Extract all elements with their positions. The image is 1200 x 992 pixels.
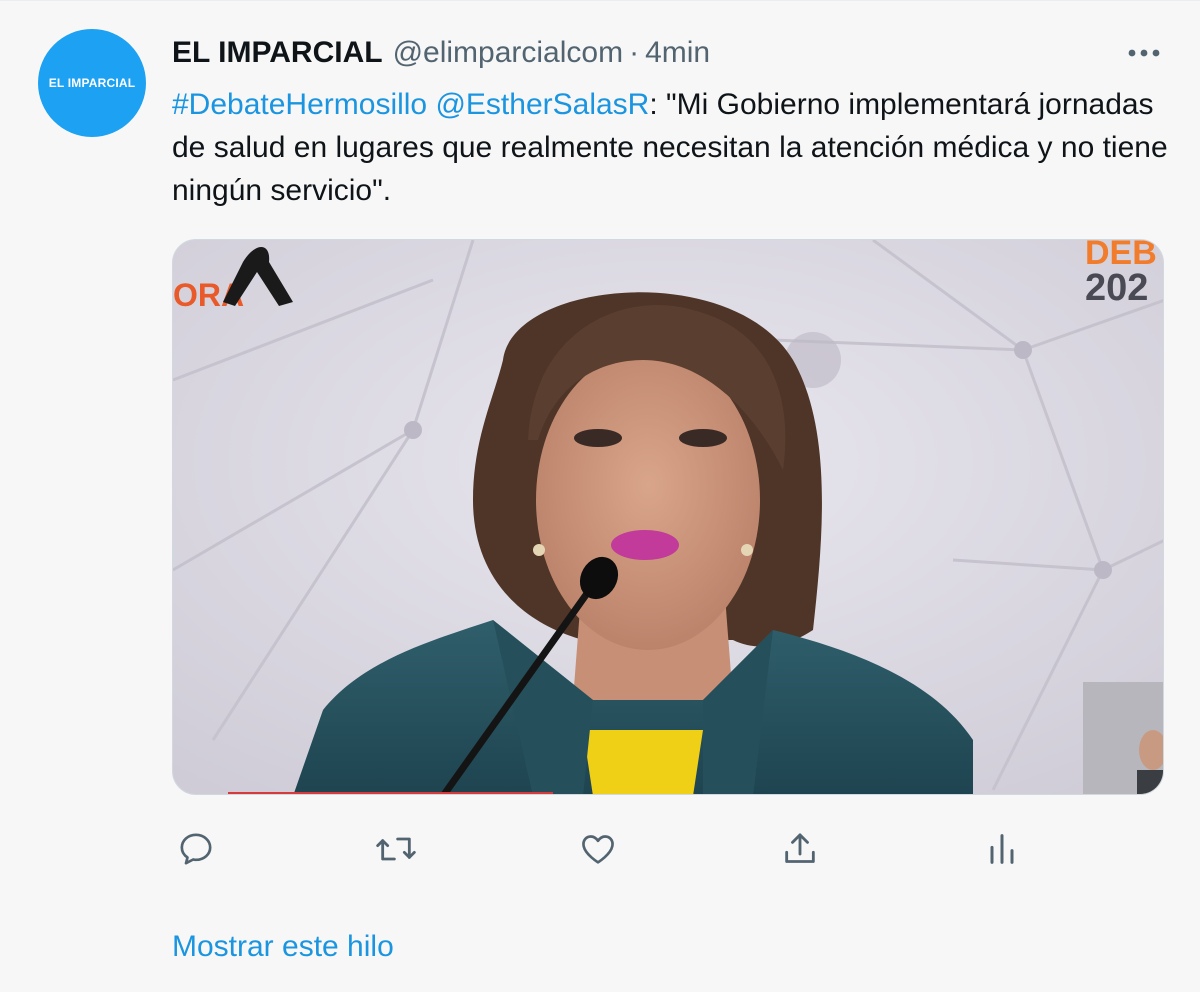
- separator-dot: ·: [629, 36, 640, 69]
- more-icon: [1128, 49, 1160, 57]
- reply-icon: [180, 833, 212, 865]
- tweet-actions: [172, 825, 1072, 873]
- avatar-logo-text: EL IMPARCIAL: [48, 76, 136, 90]
- analytics-button[interactable]: [978, 825, 1026, 873]
- tweet-card[interactable]: EL IMPARCIAL EL IMPARCIAL @elimparcialco…: [0, 0, 1200, 992]
- tweet-text: #DebateHermosillo @EstherSalasR: "Mi Gob…: [172, 83, 1172, 212]
- reply-button[interactable]: [172, 825, 220, 873]
- hashtag-link[interactable]: #DebateHermosillo: [172, 88, 427, 121]
- author-handle[interactable]: @elimparcialcom: [393, 33, 624, 73]
- media-overlay-right-bottom: 202: [1085, 267, 1148, 309]
- tweet-timestamp[interactable]: 4min: [645, 33, 710, 73]
- retweet-icon: [376, 837, 416, 861]
- avatar[interactable]: EL IMPARCIAL: [38, 29, 146, 137]
- tweet-header: EL IMPARCIAL @elimparcialcom · 4min: [172, 33, 710, 73]
- share-button[interactable]: [776, 825, 824, 873]
- retweet-button[interactable]: [372, 825, 420, 873]
- show-thread-link[interactable]: Mostrar este hilo: [172, 927, 394, 967]
- author-name[interactable]: EL IMPARCIAL: [172, 33, 383, 73]
- more-options-button[interactable]: [1120, 35, 1168, 71]
- tweet-media-image[interactable]: ORA DEB 202: [172, 239, 1164, 795]
- mention-link[interactable]: @EstherSalasR: [435, 88, 649, 121]
- share-icon: [785, 833, 815, 863]
- media-photo: ORA DEB 202: [173, 240, 1163, 794]
- like-button[interactable]: [574, 825, 622, 873]
- heart-icon: [582, 835, 614, 864]
- analytics-icon: [990, 834, 1014, 864]
